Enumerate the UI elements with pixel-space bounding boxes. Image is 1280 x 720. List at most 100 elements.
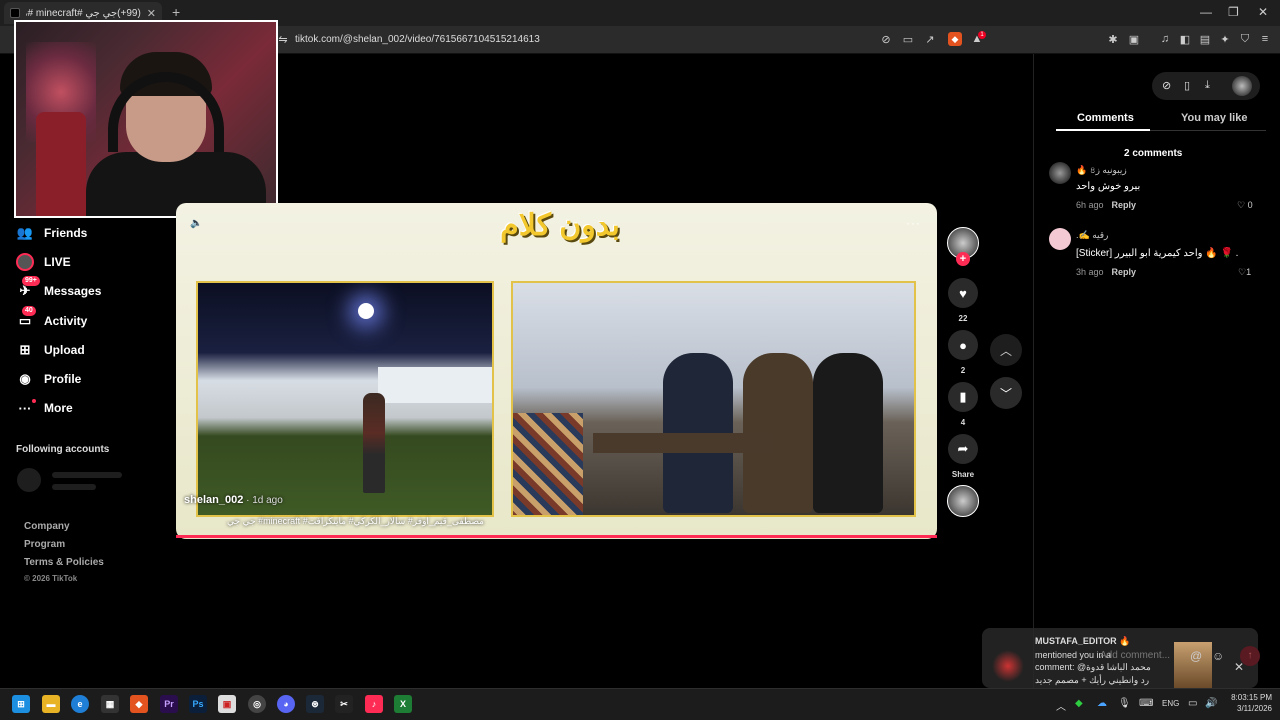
sidebar-item-live[interactable]: LIVE bbox=[16, 251, 71, 273]
tab-you-may-like[interactable]: You may like bbox=[1181, 112, 1247, 124]
steam-icon[interactable]: ⊛ bbox=[306, 695, 324, 713]
commenter-name[interactable]: ﺯﻳﺒﻮﻧﻴﻪ ﺯ৪ 🔥 bbox=[1076, 163, 1127, 178]
mention-icon[interactable]: @ bbox=[1190, 649, 1202, 663]
footer-program-link[interactable]: Program bbox=[24, 539, 65, 550]
tiktok-icon[interactable]: ♪ bbox=[365, 695, 383, 713]
notification-user: MUSTAFA_EDITOR 🔥 bbox=[1035, 636, 1131, 646]
comment-like-count: 1 bbox=[1246, 267, 1252, 277]
comment-reply-button[interactable]: Reply bbox=[1112, 200, 1137, 210]
scene-sofa bbox=[513, 413, 583, 515]
close-window-button[interactable]: ✕ bbox=[1258, 5, 1268, 19]
photoshop-icon[interactable]: Ps bbox=[189, 695, 207, 713]
footer-company-link[interactable]: Company bbox=[24, 521, 70, 532]
cast-icon[interactable]: ▭ bbox=[901, 32, 915, 46]
clock[interactable]: 8:03:15 PM 3/11/2026 bbox=[1222, 692, 1272, 714]
sidebar-item-more[interactable]: ··· More bbox=[16, 397, 73, 419]
device-icon[interactable]: ▯ bbox=[1184, 79, 1190, 92]
minimize-button[interactable]: — bbox=[1200, 5, 1212, 19]
network-icon[interactable]: ▭ bbox=[1188, 698, 1197, 709]
video-progress-bar[interactable] bbox=[176, 535, 937, 538]
chevron-up-icon[interactable]: ︿ bbox=[1056, 698, 1066, 713]
video-more-options-button[interactable]: ··· bbox=[906, 216, 921, 230]
no-tracking-icon[interactable]: ⊘ bbox=[879, 32, 893, 46]
explore-icon[interactable]: ⊘ bbox=[1162, 79, 1171, 92]
media-icon[interactable]: ♫ bbox=[1158, 32, 1172, 46]
leo-ai-icon[interactable]: ✦ bbox=[1218, 32, 1232, 46]
excel-icon[interactable]: X bbox=[394, 695, 412, 713]
tray-app-icon[interactable]: ◆ bbox=[1075, 698, 1083, 709]
more-dot bbox=[32, 399, 36, 403]
sound-disc-avatar[interactable] bbox=[947, 485, 979, 517]
sidebar-toggle-icon[interactable]: ◧ bbox=[1178, 32, 1192, 46]
upload-icon: ⊞ bbox=[19, 342, 31, 357]
extensions-icon[interactable]: ✱ bbox=[1106, 32, 1120, 46]
tab-manager-icon[interactable]: ▣ bbox=[1127, 32, 1141, 46]
commenter-avatar[interactable] bbox=[1049, 228, 1071, 250]
comment-reply-button[interactable]: Reply bbox=[1112, 267, 1137, 277]
comment-age: 6h ago bbox=[1076, 200, 1104, 210]
new-tab-button[interactable]: + bbox=[172, 4, 180, 20]
premiere-icon[interactable]: Pr bbox=[160, 695, 178, 713]
following-skeleton-avatar bbox=[17, 468, 41, 492]
video-caption[interactable]: مصطفى_قيم_اوفر# سالار_الكركي# ماينكرافت#… bbox=[184, 516, 484, 527]
emoji-icon[interactable]: ☺ bbox=[1212, 649, 1224, 663]
brave-shield-icon[interactable]: ◆ bbox=[948, 32, 962, 46]
commenter-avatar[interactable] bbox=[1049, 162, 1071, 184]
language-indicator[interactable]: ENG bbox=[1162, 699, 1179, 708]
like-count: 22 bbox=[958, 314, 968, 323]
like-button[interactable]: ♥ bbox=[948, 278, 978, 308]
video-author-name[interactable]: shelan_002 bbox=[184, 494, 243, 506]
chevron-down-icon: ﹀ bbox=[999, 386, 1012, 401]
microphone-icon[interactable]: 🎙 bbox=[1118, 698, 1131, 709]
app-icon[interactable]: ▣ bbox=[218, 695, 236, 713]
user-avatar[interactable] bbox=[1232, 76, 1252, 96]
share-icon: ➦ bbox=[957, 441, 969, 456]
sidebar-item-messages[interactable]: ✈ 99+ Messages bbox=[16, 276, 101, 302]
comment-button[interactable]: ● bbox=[948, 330, 978, 360]
file-explorer-icon[interactable]: ▬ bbox=[42, 695, 60, 713]
close-icon[interactable]: ✕ bbox=[1234, 660, 1244, 674]
brave-icon[interactable]: ◆ bbox=[130, 695, 148, 713]
sidebar-item-activity[interactable]: ▭ 40 Activity bbox=[16, 306, 87, 332]
tab-close-icon[interactable]: ✕ bbox=[147, 7, 156, 20]
sidebar-item-upload[interactable]: ⊞ Upload bbox=[16, 339, 85, 361]
more-icon: ··· bbox=[16, 399, 36, 417]
comment-like-button[interactable]: ♡1 bbox=[1238, 267, 1251, 278]
volume-icon[interactable]: 🔊 bbox=[1205, 698, 1217, 709]
sidebar-item-profile[interactable]: ◉ Profile bbox=[16, 368, 81, 390]
video-author[interactable]: shelan_002 · 1d ago bbox=[184, 494, 283, 506]
edge-icon[interactable]: e bbox=[71, 695, 89, 713]
store-icon[interactable]: ▦ bbox=[101, 695, 119, 713]
cloud-icon[interactable]: ☁ bbox=[1097, 698, 1107, 709]
previous-video-button[interactable]: ︿ bbox=[990, 334, 1022, 366]
brave-rewards-badge: 1 bbox=[978, 31, 986, 39]
windows-start-icon[interactable]: ⊞ bbox=[12, 695, 30, 713]
vpn-icon[interactable]: ⛉ bbox=[1238, 32, 1252, 46]
keyboard-icon[interactable]: ⌨ bbox=[1139, 698, 1153, 709]
obs-icon[interactable]: ◎ bbox=[248, 695, 266, 713]
comment-like-button[interactable]: ♡ 0 bbox=[1237, 200, 1253, 211]
menu-icon[interactable]: ≡ bbox=[1258, 32, 1272, 46]
discord-icon[interactable]: ◕ bbox=[277, 695, 295, 713]
download-icon[interactable]: ⤓ bbox=[1205, 79, 1210, 92]
comment-input-placeholder[interactable]: Add comment... bbox=[1100, 650, 1170, 661]
following-skeleton-line bbox=[52, 484, 96, 490]
notification-line: comment: @محمد الباشا قدوة bbox=[1035, 662, 1151, 672]
wallet-icon[interactable]: ▤ bbox=[1198, 32, 1212, 46]
maximize-button[interactable]: ❐ bbox=[1228, 5, 1239, 19]
volume-icon[interactable]: 🔈 bbox=[190, 218, 202, 229]
chevron-up-icon: ︿ bbox=[999, 343, 1012, 358]
site-info-icon[interactable]: ⇋ bbox=[276, 32, 290, 46]
capcut-icon[interactable]: ✂ bbox=[335, 695, 353, 713]
footer-terms-link[interactable]: Terms & Policies bbox=[24, 557, 104, 568]
follow-plus-button[interactable]: + bbox=[956, 252, 970, 266]
url-field[interactable]: tiktok.com/@shelan_002/video/76156671045… bbox=[295, 34, 540, 45]
tab-comments[interactable]: Comments bbox=[1077, 112, 1134, 124]
share-page-icon[interactable]: ↗ bbox=[923, 32, 937, 46]
commenter-name[interactable]: رقيه ✍️. bbox=[1076, 230, 1108, 241]
save-button[interactable]: ▮ bbox=[948, 382, 978, 412]
tiktok-favicon-icon bbox=[10, 8, 20, 18]
next-video-button[interactable]: ﹀ bbox=[990, 377, 1022, 409]
sidebar-item-friends[interactable]: 👥 Friends bbox=[16, 222, 87, 244]
share-button[interactable]: ➦ bbox=[948, 434, 978, 464]
